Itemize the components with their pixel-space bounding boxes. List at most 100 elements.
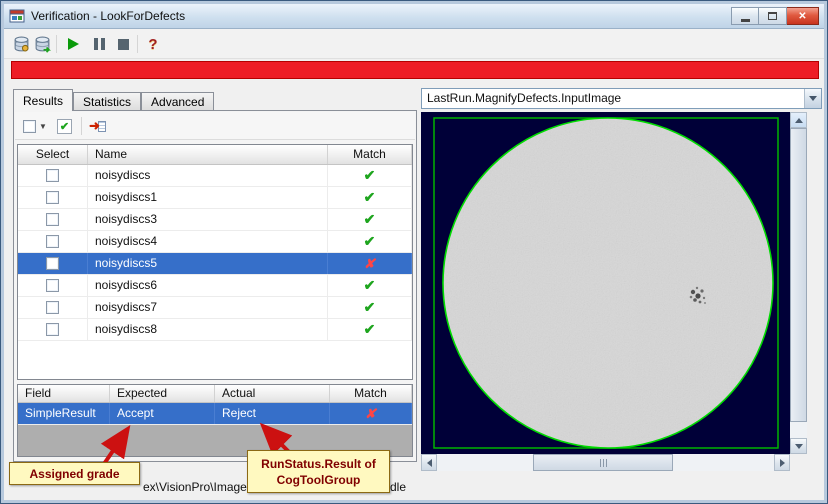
database-button[interactable] [10,33,32,55]
table-row[interactable]: noisydiscs6 ✔ [18,275,412,297]
table-row[interactable]: noisydiscs7 ✔ [18,297,412,319]
tab-advanced[interactable]: Advanced [141,92,215,111]
column-header-field[interactable]: Field [18,385,110,402]
column-header-actual[interactable]: Actual [215,385,330,402]
app-window: Verification - LookForDefects ✕ ? Result… [0,0,828,504]
row-select-cell[interactable] [18,209,88,230]
column-header-expected[interactable]: Expected [110,385,215,402]
run-button[interactable] [62,33,84,55]
column-header-name[interactable]: Name [88,145,328,164]
checked-box-icon: ✔ [57,118,72,134]
title-bar[interactable]: Verification - LookForDefects ✕ [4,4,824,29]
table-row[interactable]: noisydiscs1 ✔ [18,187,412,209]
close-button[interactable]: ✕ [787,7,819,25]
arrow-up-icon [794,117,803,123]
app-icon [9,9,25,23]
minimize-icon [740,18,750,22]
status-state-text: dle [390,480,407,494]
detail-field: SimpleResult [18,403,110,424]
match-icon: ✘ [330,403,412,424]
column-header-match[interactable]: Match [330,385,412,402]
database-link-icon [35,36,51,53]
detail-row[interactable]: SimpleResult Accept Reject ✘ [18,403,412,425]
column-header-select[interactable]: Select [18,145,88,164]
tab-statistics[interactable]: Statistics [73,92,142,111]
row-select-cell[interactable] [18,253,88,274]
run-checked-button[interactable]: ✔ [57,116,72,136]
row-select-cell[interactable] [18,165,88,186]
scroll-down-button[interactable] [790,438,807,454]
chevron-down-icon: ▼ [39,121,47,131]
match-icon: ✘ [328,253,412,274]
image-selector-combobox[interactable]: LastRun.MagnifyDefects.InputImage [421,88,822,109]
row-name: noisydiscs8 [88,319,328,340]
results-toolbar: ▼ ✔ ➜ [15,112,415,140]
scroll-left-button[interactable] [421,454,437,471]
row-name: noisydiscs4 [88,231,328,252]
image-display [421,112,807,471]
selected-image-label: LastRun.MagnifyDefects.InputImage [427,91,622,105]
table-row[interactable]: noisydiscs5 ✘ [18,253,412,275]
row-checkbox[interactable] [46,301,59,314]
scroll-up-button[interactable] [790,112,807,128]
run-status-bar [11,61,819,79]
maximize-button[interactable] [759,7,787,25]
stop-icon [117,38,129,50]
tab-strip: Results Statistics Advanced [13,89,215,111]
row-select-cell[interactable] [18,187,88,208]
column-header-match[interactable]: Match [328,145,412,164]
arrow-left-icon [426,458,432,467]
tab-results[interactable]: Results [13,89,74,111]
row-checkbox[interactable] [46,213,59,226]
table-row[interactable]: noisydiscs8 ✔ [18,319,412,341]
horizontal-scrollbar[interactable] [421,454,790,471]
window-title: Verification - LookForDefects [31,9,186,23]
row-select-cell[interactable] [18,275,88,296]
detail-expected: Accept [110,403,215,424]
minimize-button[interactable] [731,7,759,25]
callout-text: Assigned grade [29,466,120,481]
maximize-icon [768,12,777,20]
detail-table-header[interactable]: Field Expected Actual Match [18,385,412,403]
checkbox-icon [23,119,36,133]
table-row[interactable]: noisydiscs4 ✔ [18,231,412,253]
scroll-right-button[interactable] [774,454,790,471]
horizontal-scroll-thumb[interactable] [533,454,673,471]
row-checkbox[interactable] [46,323,59,336]
table-row[interactable]: noisydiscs3 ✔ [18,209,412,231]
match-icon: ✔ [328,275,412,296]
help-button[interactable]: ? [142,33,164,55]
row-select-cell[interactable] [18,297,88,318]
pause-button[interactable] [88,33,110,55]
vertical-scroll-thumb[interactable] [790,128,807,422]
arrow-right-icon [779,458,785,467]
row-name: noisydiscs [88,165,328,186]
toolbar-separator [81,117,82,135]
help-icon: ? [148,35,158,53]
row-name: noisydiscs1 [88,187,328,208]
export-button[interactable]: ➜ [89,116,106,136]
row-name: noisydiscs7 [88,297,328,318]
database-icon [14,36,29,52]
database-link-button[interactable] [31,33,53,55]
callout-text-line2: CogToolGroup [276,472,361,487]
callout-text-line1: RunStatus.Result of [261,456,376,471]
row-select-cell[interactable] [18,319,88,340]
select-dropdown-button[interactable]: ▼ [23,116,47,136]
table-row[interactable]: noisydiscs ✔ [18,165,412,187]
results-table: Select Name Match noisydiscs ✔ noisydisc… [17,144,413,380]
row-checkbox[interactable] [46,191,59,204]
row-checkbox[interactable] [46,169,59,182]
combo-dropdown-button[interactable] [804,89,821,108]
row-name: noisydiscs5 [88,253,328,274]
row-checkbox[interactable] [46,235,59,248]
row-select-cell[interactable] [18,231,88,252]
row-checkbox[interactable] [46,257,59,270]
toolbar-separator [56,35,57,53]
row-checkbox[interactable] [46,279,59,292]
red-arrow-icon: ➜ [89,118,100,133]
results-table-header[interactable]: Select Name Match [18,145,412,165]
stop-button[interactable] [112,33,134,55]
vertical-scrollbar[interactable] [790,112,807,454]
match-icon: ✔ [328,231,412,252]
